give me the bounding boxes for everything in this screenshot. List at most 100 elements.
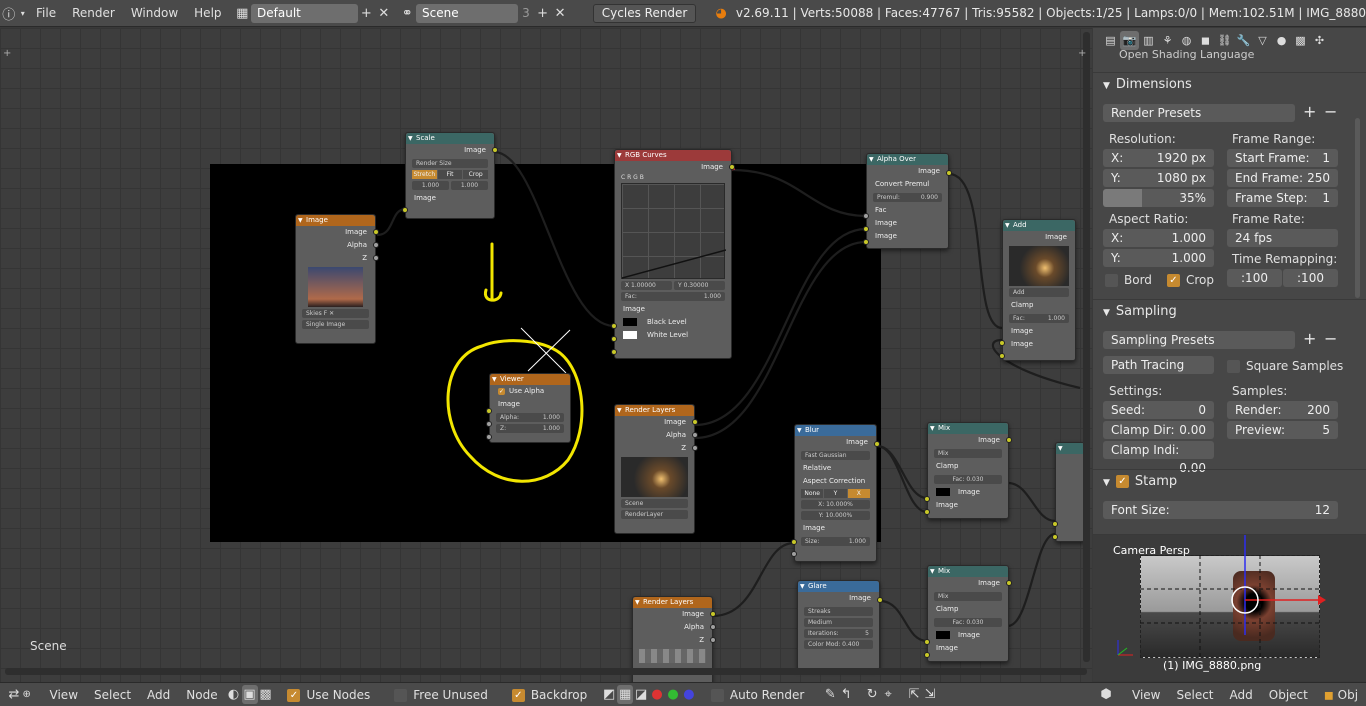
viewer-node-header[interactable]: Viewer — [490, 374, 570, 385]
fit-button[interactable]: Fit — [437, 170, 463, 179]
blur-node[interactable]: Blur Image Fast Gaussian Relative Aspect… — [791, 424, 880, 562]
rgb-curves-node[interactable]: RGB Curves Image C R G B X 1.00000 Y 0.3… — [611, 149, 735, 359]
add-in1-socket[interactable] — [999, 340, 1005, 346]
partial-add-node[interactable] — [1052, 442, 1085, 542]
clamp-indirect-field[interactable]: Clamp Indi: 0.00 — [1103, 441, 1214, 475]
clamp-direct-field[interactable]: Clamp Dir: 0.00 — [1103, 421, 1214, 439]
alpha-over-fac-socket[interactable] — [863, 213, 869, 219]
alpha-over-in2-socket[interactable] — [863, 239, 869, 245]
mix1-mode-select[interactable]: Mix — [934, 449, 1002, 458]
paste-nodes-icon[interactable]: ⇲ — [922, 685, 938, 704]
scale-node[interactable]: Scale Image Render Size Stretch Fit Crop… — [402, 132, 498, 219]
view3d-menu-view[interactable]: View — [1124, 688, 1168, 702]
texture-context-icon[interactable]: ▩ — [1291, 31, 1310, 50]
green-channel-icon[interactable]: ● — [665, 685, 681, 704]
screen-layout-icon[interactable]: ▦ — [234, 4, 252, 23]
square-samples-checkbox[interactable]: Square Samples — [1227, 359, 1343, 373]
seed-field[interactable]: Seed: 0 — [1103, 401, 1214, 419]
info-editor-icon[interactable]: ⓘ — [0, 4, 18, 23]
glare-header[interactable]: Glare — [798, 581, 879, 592]
mix2-mode-select[interactable]: Mix — [934, 592, 1002, 601]
stamp-panel-header[interactable]: ▼ ✓ Stamp — [1093, 469, 1366, 493]
dimensions-panel-header[interactable]: ▼ Dimensions — [1093, 72, 1366, 96]
viewer-image-socket[interactable] — [486, 408, 492, 414]
rgb-image-in-socket[interactable] — [611, 323, 617, 329]
node-editor[interactable]: Image Image Alpha Z Skies F ✕ Single Ima… — [0, 28, 1092, 682]
alpha-over-in1-socket[interactable] — [863, 226, 869, 232]
image-out-socket[interactable] — [373, 229, 379, 235]
parent-node-tree-icon[interactable]: ↰ — [838, 685, 854, 704]
convert-premul-checkbox[interactable]: Convert Premul — [867, 178, 948, 191]
blue-channel-icon[interactable]: ● — [681, 685, 697, 704]
stretch-button[interactable]: Stretch — [412, 170, 437, 179]
object-mode-select[interactable]: ◼ Obj — [1316, 688, 1366, 702]
blur-relative-checkbox[interactable]: Relative — [795, 462, 876, 475]
add-scene-button[interactable]: + — [534, 4, 552, 23]
viewer-z-field[interactable]: Z: 1.000 — [496, 424, 564, 433]
shader-nodes-icon[interactable]: ◐ — [226, 685, 242, 704]
render-layers-2-header[interactable]: Render Layers — [633, 597, 712, 608]
node-menu-select[interactable]: Select — [86, 688, 139, 702]
premul-field[interactable]: Premul: 0.900 — [873, 193, 942, 202]
mix2-header[interactable]: Mix — [928, 566, 1008, 577]
aspect-y-field[interactable]: Y: 1.000 — [1103, 249, 1214, 267]
scene-field[interactable]: Scene — [416, 3, 519, 23]
rgb-out-socket[interactable] — [729, 164, 735, 170]
horizontal-scrollbar[interactable] — [5, 668, 1087, 675]
glare-color-mod-field[interactable]: Color Mod: 0.400 — [804, 640, 873, 649]
blur-y-field[interactable]: Y: 10.000% — [801, 511, 870, 520]
frame-rate-select[interactable]: 24 fps — [1227, 229, 1338, 247]
resolution-y-field[interactable]: Y: 1080 px — [1103, 169, 1214, 187]
chevron-down-icon[interactable]: ▾ — [18, 4, 29, 23]
crop-checkbox[interactable]: ✓ Crop — [1167, 273, 1214, 287]
aspect-x-field[interactable]: X: 1.000 — [1103, 229, 1214, 247]
auto-render-checkbox[interactable]: Auto Render — [703, 688, 812, 702]
3d-view-editor-icon[interactable]: ⬢ — [1098, 685, 1114, 704]
scale-space-select[interactable]: Render Size — [412, 159, 488, 168]
image-node[interactable]: Image Image Alpha Z Skies F ✕ Single Ima… — [295, 214, 379, 344]
world-context-icon[interactable]: ◍ — [1177, 31, 1196, 50]
scene-icon[interactable]: ⚭ — [399, 4, 417, 23]
border-checkbox[interactable]: Bord — [1105, 273, 1152, 287]
use-alpha-checkbox[interactable]: ✓ Use Alpha — [490, 385, 570, 398]
aspect-x-button[interactable]: X — [847, 489, 870, 498]
node-menu-view[interactable]: View — [42, 688, 86, 702]
view3d-menu-select[interactable]: Select — [1168, 688, 1221, 702]
pin-icon[interactable]: ✎ — [822, 685, 838, 704]
mix1-in1-socket[interactable] — [924, 496, 930, 502]
mix-node-1[interactable]: Mix Image Mix Clamp Fac: 0.030 Image Ima… — [924, 422, 1012, 519]
stamp-font-size-field[interactable]: Font Size: 12 — [1103, 501, 1338, 519]
add-blend-mode-select[interactable]: Add — [1009, 288, 1069, 297]
render-layers-header[interactable]: Render Layers — [615, 405, 694, 416]
rl2-alpha-socket[interactable] — [710, 624, 716, 630]
remap-old-field[interactable]: :100 — [1227, 269, 1282, 287]
object-context-icon[interactable]: ◼ — [1196, 31, 1215, 50]
menu-render[interactable]: Render — [64, 6, 123, 20]
remap-new-field[interactable]: :100 — [1283, 269, 1338, 287]
scale-in-socket[interactable] — [402, 207, 408, 213]
render-presets-menu[interactable]: Render Presets — [1103, 104, 1295, 122]
snap-icon[interactable]: ↻ — [864, 685, 880, 704]
add-node-header[interactable]: Add — [1003, 220, 1075, 231]
material-context-icon[interactable]: ● — [1272, 31, 1291, 50]
start-frame-field[interactable]: Start Frame: 1 — [1227, 149, 1338, 167]
node-menu-node[interactable]: Node — [178, 688, 225, 702]
glare-type-select[interactable]: Streaks — [804, 607, 873, 616]
partial-in2-socket[interactable] — [1052, 534, 1058, 540]
frame-step-field[interactable]: Frame Step: 1 — [1227, 189, 1338, 207]
curve-y-field[interactable]: Y 0.30000 — [674, 281, 725, 290]
vertical-scrollbar[interactable] — [1083, 32, 1090, 662]
blur-node-header[interactable]: Blur — [795, 425, 876, 436]
blur-in-socket[interactable] — [791, 539, 797, 545]
image-source-select[interactable]: Single Image — [302, 320, 369, 329]
rl-z-socket[interactable] — [692, 445, 698, 451]
render-context-icon[interactable]: 📷 — [1120, 30, 1139, 50]
mix1-in2-socket[interactable] — [924, 509, 930, 515]
alpha-over-out-socket[interactable] — [946, 170, 952, 176]
mix2-clamp-checkbox[interactable]: Clamp — [928, 603, 1008, 616]
blur-size-field[interactable]: Size: 1.000 — [801, 537, 870, 546]
mix1-header[interactable]: Mix — [928, 423, 1008, 434]
properties-scrollbar[interactable] — [1355, 118, 1360, 298]
mix-node-2[interactable]: Mix Image Mix Clamp Fac: 0.030 Image Ima… — [924, 565, 1012, 662]
mix2-out-socket[interactable] — [1006, 580, 1012, 586]
